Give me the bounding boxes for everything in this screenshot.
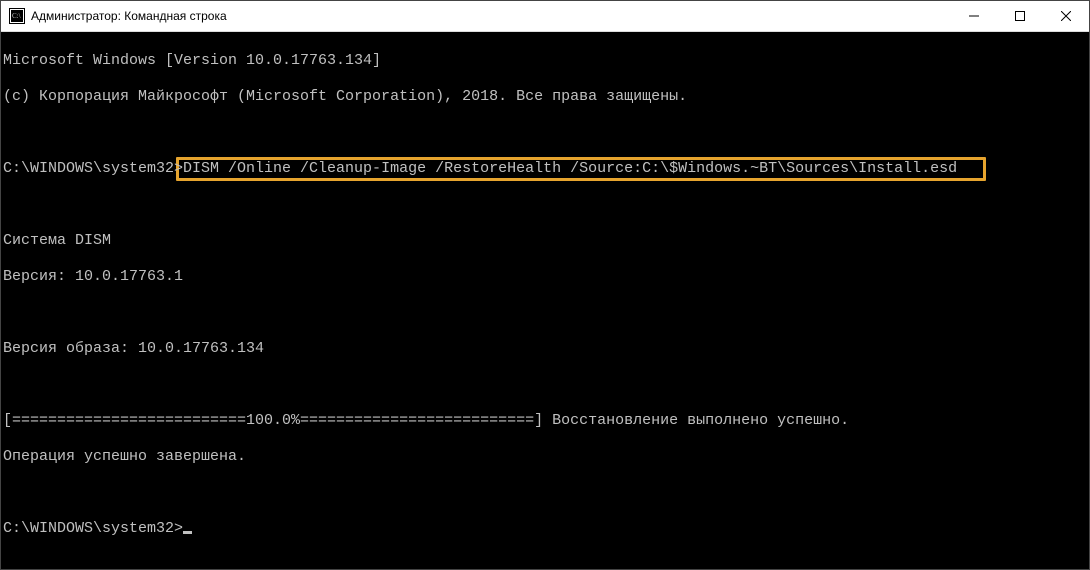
image-version: Версия образа: 10.0.17763.134	[3, 340, 264, 357]
titlebar[interactable]: C:\ Администратор: Командная строка	[1, 1, 1089, 32]
terminal-area[interactable]: Microsoft Windows [Version 10.0.17763.13…	[1, 32, 1089, 569]
dism-label: Cистема DISM	[3, 232, 111, 249]
dism-version: Версия: 10.0.17763.1	[3, 268, 183, 285]
entered-command: DISM /Online /Cleanup-Image /RestoreHeal…	[183, 160, 957, 177]
prompt-path: C:\WINDOWS\system32>	[3, 160, 183, 177]
close-button[interactable]	[1043, 1, 1089, 31]
progress-line: [==========================100.0%=======…	[3, 412, 849, 429]
command-prompt-window: C:\ Администратор: Командная строка Micr…	[0, 0, 1090, 570]
banner-line-1: Microsoft Windows [Version 10.0.17763.13…	[3, 52, 381, 69]
banner-line-2: (c) Корпорация Майкрософт (Microsoft Cor…	[3, 88, 687, 105]
app-icon: C:\	[9, 8, 25, 24]
cursor-icon	[183, 531, 192, 534]
minimize-button[interactable]	[951, 1, 997, 31]
prompt-2: C:\WINDOWS\system32>	[3, 520, 183, 537]
window-title: Администратор: Командная строка	[31, 9, 227, 23]
svg-text:C:\: C:\	[12, 12, 21, 20]
maximize-button[interactable]	[997, 1, 1043, 31]
operation-done: Операция успешно завершена.	[3, 448, 246, 465]
